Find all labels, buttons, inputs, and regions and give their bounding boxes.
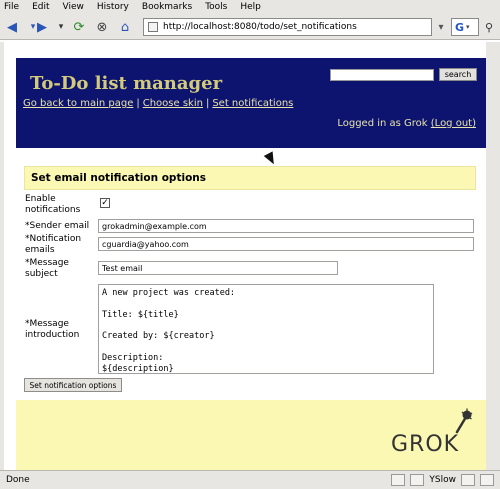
sender-email-label: *Sender email (25, 221, 90, 231)
login-status: Logged in as Grok (Log out) (337, 118, 476, 129)
notification-emails-label: *Notification emails (25, 234, 81, 256)
header-search-button[interactable]: search (439, 68, 477, 81)
app-title: To-Do list manager (30, 73, 223, 94)
browser-menubar: File Edit View History Bookmarks Tools H… (0, 0, 500, 14)
nav-link-choose-skin[interactable]: Choose skin (143, 98, 203, 109)
form-heading-bar: Set email notification options (24, 166, 476, 190)
enable-notifications-label: Enable notifications (25, 194, 80, 216)
nav-links: Go back to main page | Choose skin | Set not… (23, 98, 293, 109)
search-engine-label: G (455, 20, 465, 34)
menu-edit[interactable]: Edit (32, 2, 49, 12)
header-search-input[interactable] (330, 69, 434, 81)
yslow-label[interactable]: YSlow (429, 475, 456, 485)
message-subject-field[interactable]: Test email (98, 261, 338, 275)
notification-emails-value: cguardia@yahoo.com (102, 239, 189, 249)
statusbar-addons: YSlow (391, 474, 494, 486)
page-icon (148, 22, 158, 32)
checkmark-icon: ✓ (101, 198, 109, 208)
enable-notifications-checkbox[interactable]: ✓ (100, 198, 110, 208)
message-intro-label: *Message introduction (25, 319, 79, 341)
browser-statusbar: Done YSlow (0, 470, 500, 489)
home-icon[interactable]: ⌂ (116, 18, 134, 36)
addon-icon[interactable] (410, 474, 425, 486)
menu-view[interactable]: View (63, 2, 84, 12)
subject-label-line2: subject (25, 269, 58, 279)
back-arrow-icon[interactable]: ◀ (3, 18, 21, 36)
app-header: To-Do list manager search Go back to mai… (16, 58, 486, 148)
reload-icon[interactable]: ⟳ (70, 18, 88, 36)
status-text: Done (6, 475, 30, 485)
addon-grid-icon[interactable] (461, 474, 475, 486)
nav-link-set-notifications[interactable]: Set notifications (212, 98, 293, 109)
message-subject-label: *Message subject (25, 258, 69, 280)
menu-history[interactable]: History (97, 2, 129, 12)
nav-separator: | (205, 98, 210, 109)
chevron-down-icon: ▾ (466, 23, 470, 31)
url-dropdown-icon[interactable]: ▾ (434, 18, 448, 36)
menu-bookmarks[interactable]: Bookmarks (142, 2, 192, 12)
firebug-icon[interactable] (391, 474, 406, 486)
sender-email-value: grokadmin@example.com (102, 221, 207, 231)
stop-icon[interactable]: ⊗ (93, 18, 111, 36)
intro-label-line1: *Message (25, 319, 69, 329)
set-notification-options-button[interactable]: Set notification options (24, 378, 122, 392)
search-engine-selector[interactable]: G ▾ (451, 18, 479, 36)
menu-help[interactable]: Help (240, 2, 261, 12)
message-intro-textarea[interactable]: A new project was created: Title: ${titl… (98, 284, 434, 374)
intro-label-line2: introduction (25, 330, 80, 340)
address-url: http://localhost:8080/todo/set_notificat… (163, 22, 357, 32)
grok-club-icon (455, 408, 473, 434)
enable-label-line1: Enable (25, 194, 56, 204)
message-subject-value: Test email (102, 263, 143, 273)
addon-status-icon[interactable] (480, 474, 494, 486)
address-bar[interactable]: http://localhost:8080/todo/set_notificat… (143, 18, 432, 36)
grok-logo: GROK (391, 432, 460, 457)
nav-link-main-page[interactable]: Go back to main page (23, 98, 133, 109)
menu-tools[interactable]: Tools (205, 2, 227, 12)
enable-label-line2: notifications (25, 205, 81, 215)
sender-email-field[interactable]: grokadmin@example.com (98, 219, 474, 233)
form-heading: Set email notification options (31, 172, 207, 184)
magnifier-icon[interactable]: ⚲ (481, 18, 497, 36)
notification-label-line2: emails (25, 245, 55, 255)
page-footer: GROK (16, 400, 486, 470)
logged-in-text: Logged in as Grok (337, 118, 428, 129)
forward-dropdown-icon[interactable]: ▾ (52, 18, 70, 36)
subject-label-line1: *Message (25, 258, 69, 268)
nav-separator: | (136, 98, 140, 109)
logout-link[interactable]: (Log out) (431, 118, 476, 129)
menu-file[interactable]: File (4, 2, 19, 12)
notification-label-line1: *Notification (25, 234, 82, 244)
notification-emails-field[interactable]: cguardia@yahoo.com (98, 237, 474, 251)
forward-arrow-icon[interactable]: ▶ (33, 18, 51, 36)
